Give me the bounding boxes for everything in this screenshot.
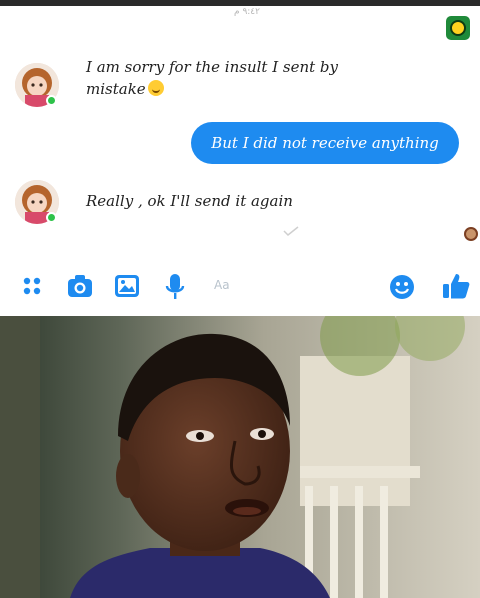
- message-input[interactable]: Aa: [214, 278, 230, 292]
- chat-timestamp: ٩:٤٢ م: [234, 7, 260, 17]
- thumbs-up-icon[interactable]: [442, 272, 470, 304]
- message-contact-1: I am sorry for the insult I sent by mist…: [86, 56, 386, 100]
- message-contact-2: Really , ok I'll send it again: [86, 192, 293, 210]
- message-me-bubble[interactable]: But I did not receive anything: [191, 122, 459, 164]
- read-receipt-avatar: [464, 227, 478, 241]
- message-line: I am sorry for the insult I sent by: [86, 58, 339, 76]
- emoji-icon[interactable]: [389, 274, 415, 304]
- online-status-dot: [46, 95, 57, 106]
- smile-emoji-icon: [147, 80, 164, 96]
- online-status-dot: [46, 212, 57, 223]
- menu-dots-icon[interactable]: [22, 276, 42, 300]
- camera-icon[interactable]: [67, 274, 93, 302]
- app-badge-icon[interactable]: [446, 16, 470, 40]
- top-bar: [0, 0, 480, 6]
- microphone-icon[interactable]: [165, 273, 185, 305]
- message-line: mistake: [86, 80, 146, 98]
- gallery-icon[interactable]: [114, 274, 140, 302]
- meme-photo: [0, 316, 480, 598]
- seen-icon: [282, 226, 300, 237]
